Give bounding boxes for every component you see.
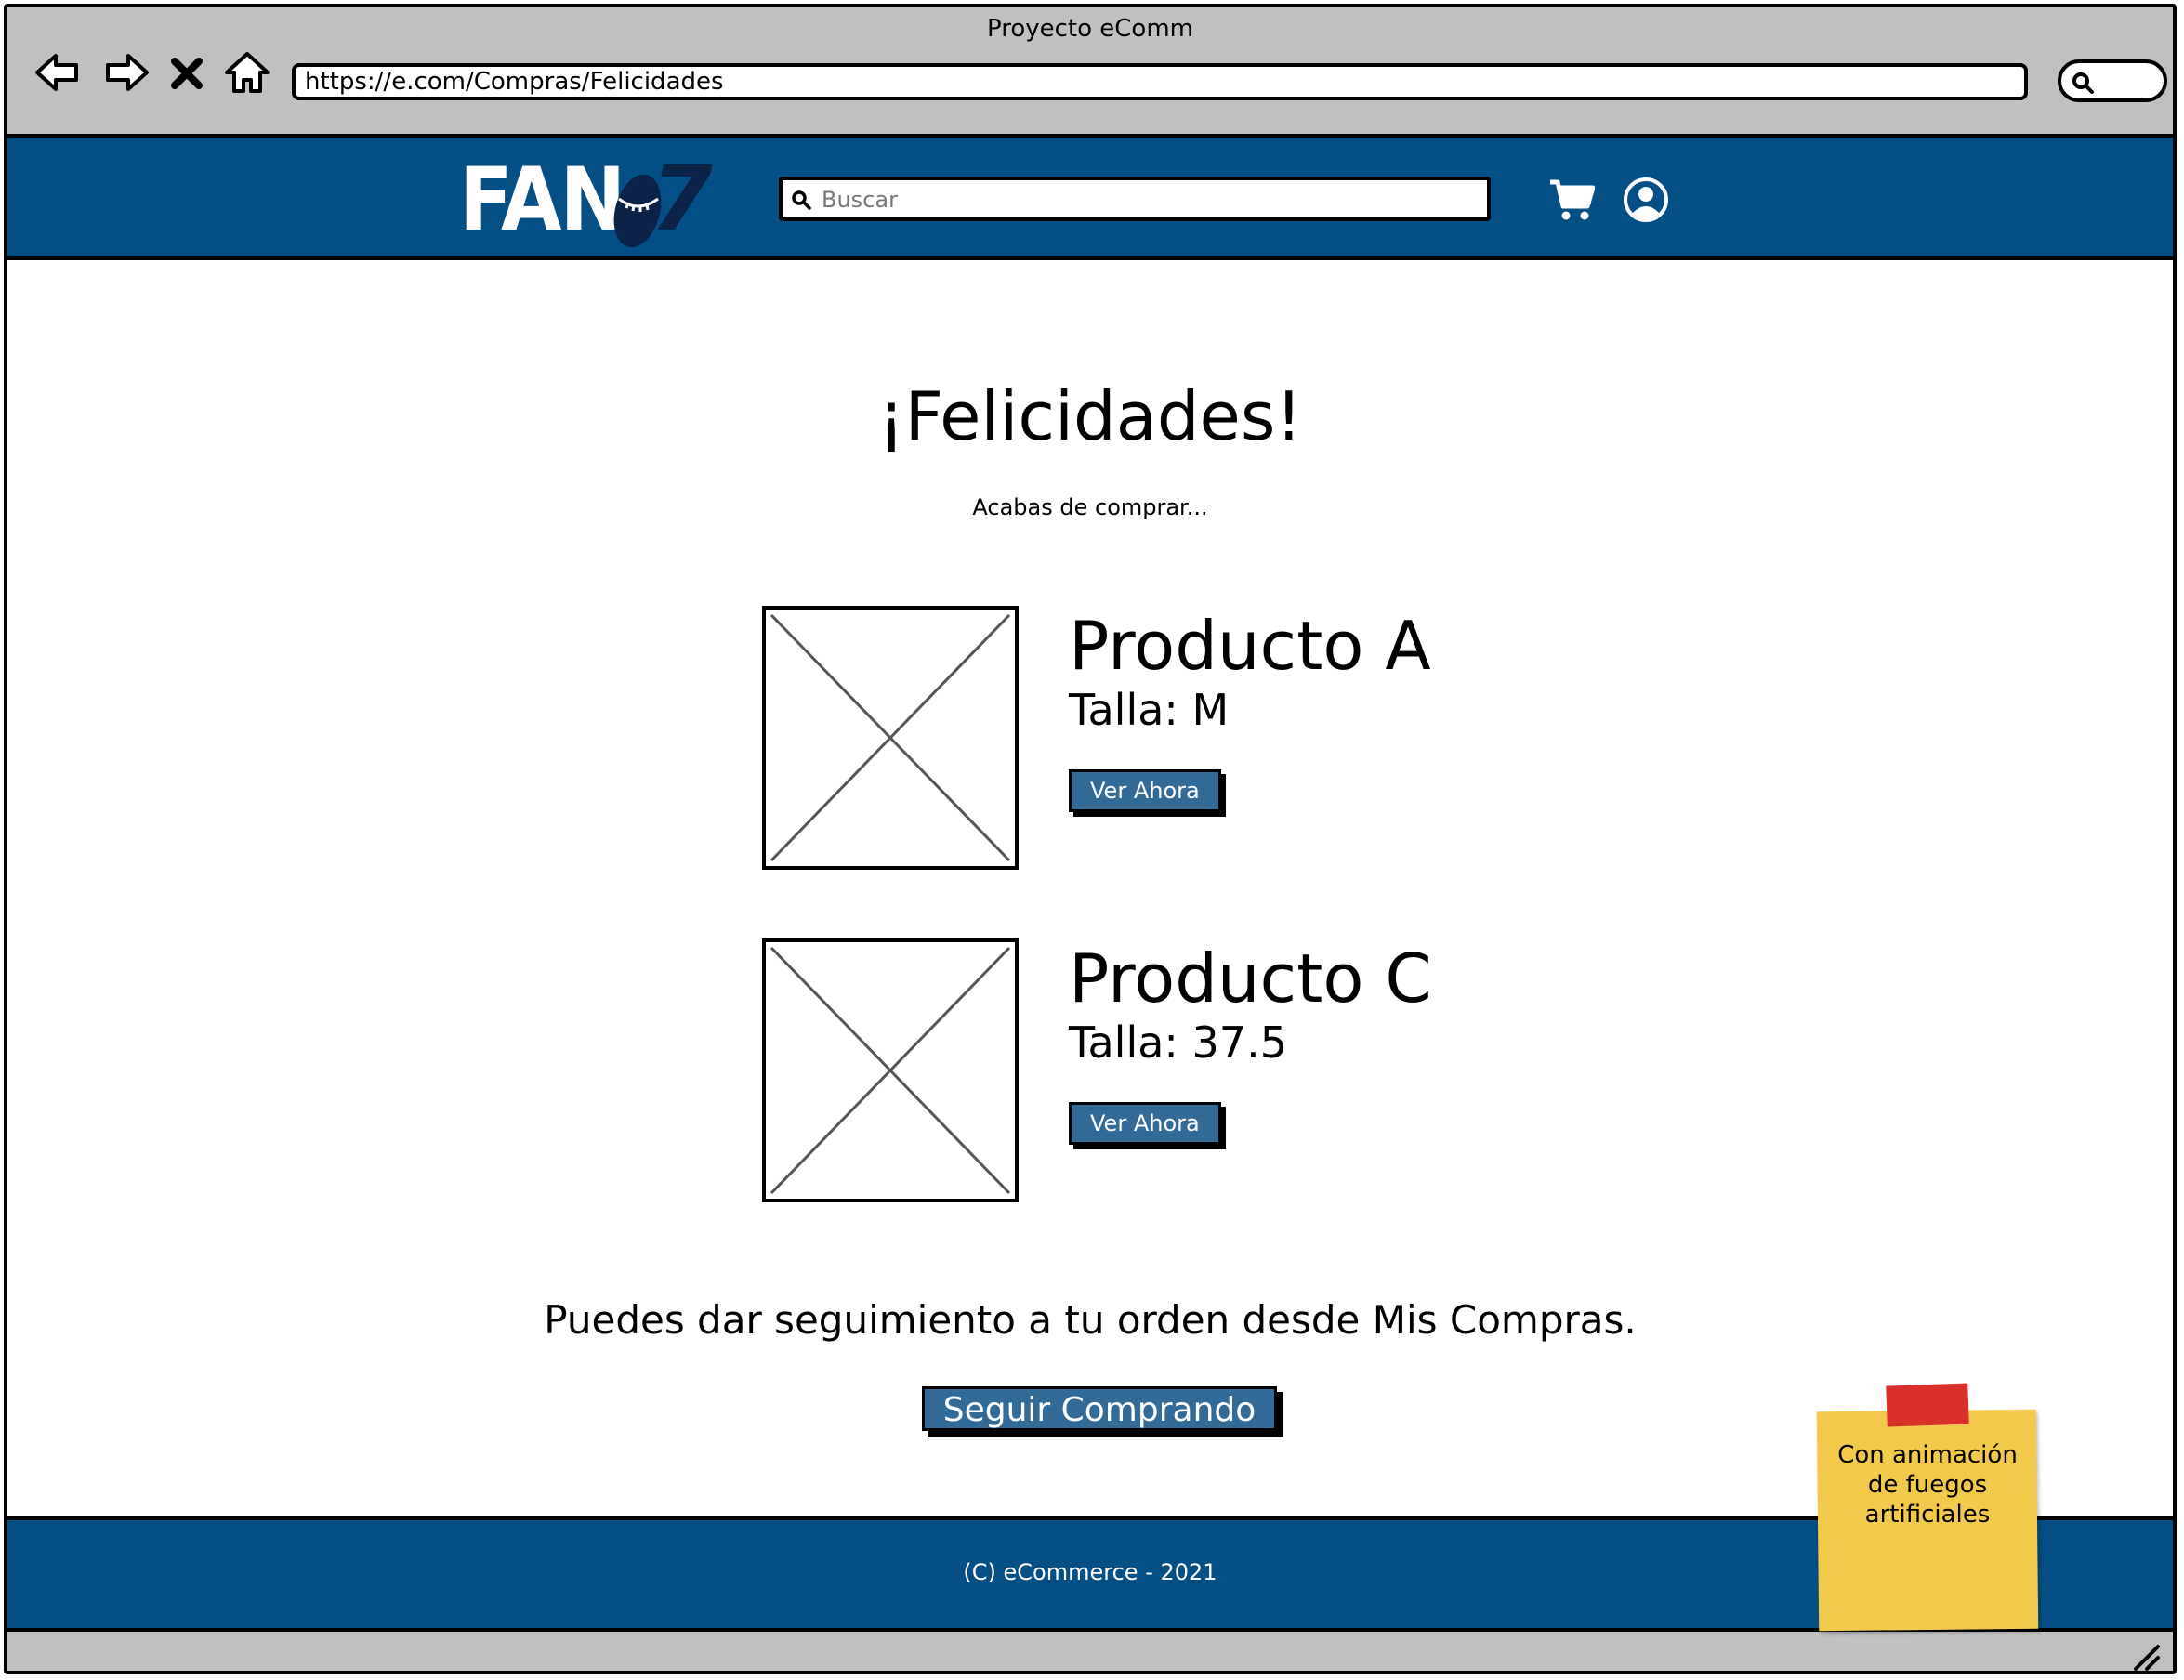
product-card: Producto A Talla: M Ver Ahora — [762, 606, 1431, 872]
sticky-note: Con animación de fuegos artificiales — [1816, 1383, 2039, 1632]
product-size: Talla: M — [1069, 685, 1230, 735]
view-now-button[interactable]: Ver Ahora — [1069, 1102, 1221, 1145]
product-size: Talla: 37.5 — [1069, 1017, 1287, 1068]
product-name: Producto C — [1069, 939, 1432, 1017]
user-icon[interactable] — [1623, 177, 1669, 223]
browser-status-bar — [7, 1632, 2173, 1673]
product-image-placeholder — [762, 938, 1019, 1202]
sticky-note-text: Con animación de fuegos artificiales — [1837, 1441, 2018, 1529]
image-placeholder-icon — [770, 946, 1011, 1195]
resize-grip-icon[interactable] — [2128, 1639, 2162, 1673]
site-header: FAN 7 — [7, 138, 2173, 260]
page-subtitle: Acabas de comprar... — [972, 494, 1208, 520]
product-card: Producto C Talla: 37.5 Ver Ahora — [762, 938, 1432, 1204]
url-bar[interactable]: https://e.com/Compras/Felicidades — [292, 63, 2028, 100]
back-arrow-icon[interactable] — [32, 46, 84, 98]
page-title: ¡Felicidades! — [877, 377, 1303, 455]
browser-chrome: Proyecto eComm https://e.com/Compras/Fel… — [7, 7, 2173, 138]
window-title: Proyecto eComm — [986, 15, 1193, 43]
site-search-field[interactable] — [779, 177, 1491, 221]
product-name: Producto A — [1069, 607, 1431, 685]
browser-search-field[interactable] — [2058, 59, 2167, 102]
search-input[interactable] — [820, 182, 1474, 217]
logo-number: 7 — [651, 147, 713, 251]
view-now-button[interactable]: Ver Ahora — [1069, 769, 1221, 812]
logo-text: FAN — [459, 150, 625, 251]
order-tracking-text: Puedes dar seguimiento a tu orden desde … — [544, 1297, 1637, 1343]
home-icon[interactable] — [221, 46, 273, 98]
product-image-placeholder — [762, 606, 1019, 870]
sticky-note-tape — [1886, 1383, 1969, 1427]
image-placeholder-icon — [770, 613, 1011, 862]
search-icon — [792, 190, 811, 210]
close-icon[interactable] — [169, 46, 204, 98]
search-icon — [2072, 72, 2094, 94]
site-logo[interactable]: FAN 7 — [459, 147, 719, 251]
cart-icon[interactable] — [1548, 178, 1595, 221]
browser-window: Proyecto eComm https://e.com/Compras/Fel… — [4, 4, 2177, 1674]
forward-arrow-icon[interactable] — [100, 46, 152, 98]
continue-shopping-button[interactable]: Seguir Comprando — [922, 1386, 1277, 1431]
